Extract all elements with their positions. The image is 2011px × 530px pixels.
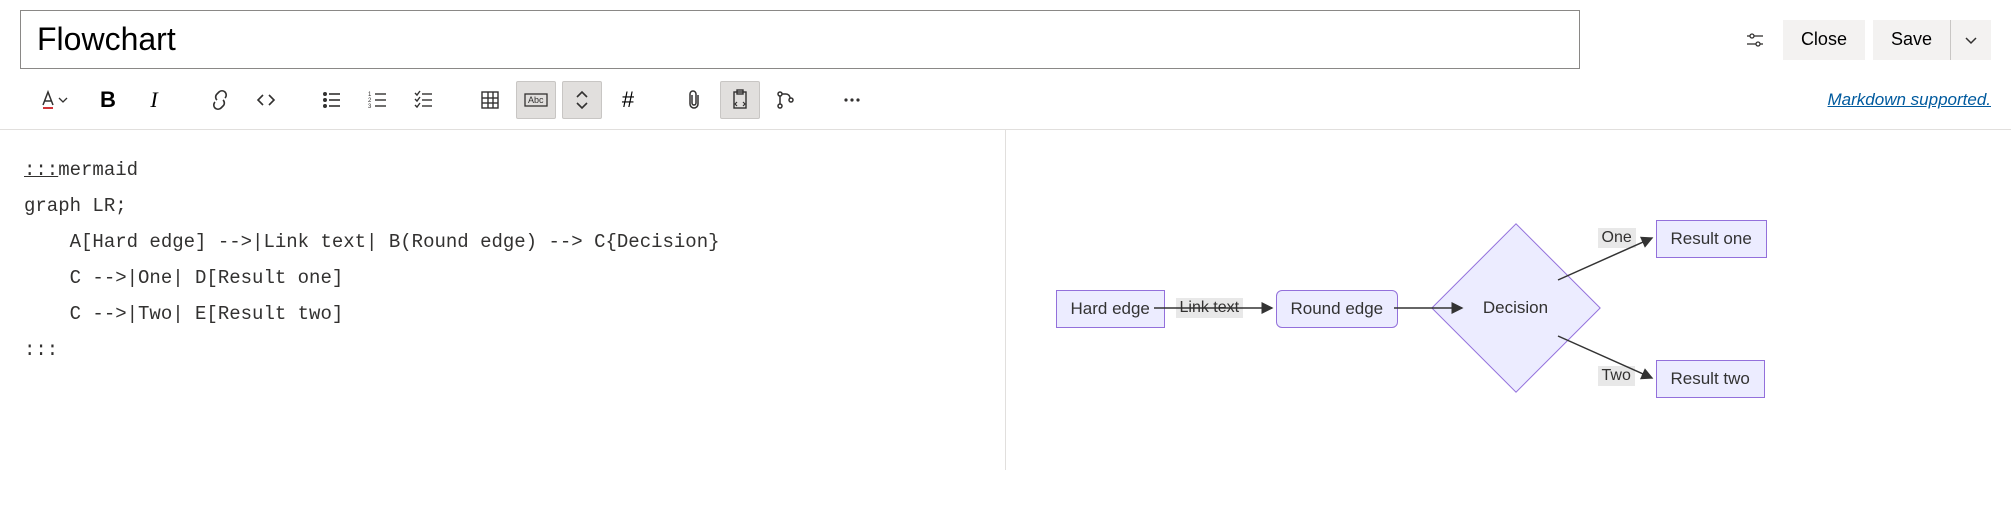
chevron-down-icon [1964,33,1978,47]
svg-text:3: 3 [368,104,372,110]
node-result-one: Result one [1656,220,1767,258]
italic-icon: I [150,87,157,113]
save-button[interactable]: Save [1873,20,1951,60]
save-dropdown-button[interactable] [1951,20,1991,60]
code-line: graph LR; [24,195,127,217]
numbered-list-icon: 1 2 3 [367,89,389,111]
collapse-icon [571,89,593,111]
code-line: C -->|One| D[Result one] [24,267,343,289]
clipboard-code-button[interactable] [720,81,760,119]
bullet-list-button[interactable] [312,81,352,119]
more-icon [841,89,863,111]
abc-button[interactable]: Abc [516,81,556,119]
fence-open: ::: [24,159,58,181]
link-icon [209,89,231,111]
checklist-button[interactable] [404,81,444,119]
bullet-list-icon [321,89,343,111]
fence-lang: mermaid [58,159,138,181]
table-button[interactable] [470,81,510,119]
markdown-supported-link[interactable]: Markdown supported. [1828,90,1991,110]
node-decision: Decision [1456,248,1576,368]
node-decision-label: Decision [1483,298,1548,318]
svg-text:Abc: Abc [528,95,544,105]
code-button[interactable] [246,81,286,119]
more-button[interactable] [832,81,872,119]
attachment-button[interactable] [674,81,714,119]
bold-icon: B [100,87,116,113]
text-color-icon [39,89,69,111]
fence-close: ::: [24,339,58,361]
settings-icon-button[interactable] [1735,20,1775,60]
bold-button[interactable]: B [88,81,128,119]
paperclip-icon [684,89,704,111]
table-icon [479,89,501,111]
title-input[interactable] [20,10,1580,69]
hash-icon: # [622,87,634,113]
edge-label-one: One [1598,228,1636,248]
code-icon [255,89,277,111]
abc-icon: Abc [521,89,551,111]
collapse-button[interactable] [562,81,602,119]
link-button[interactable] [200,81,240,119]
node-hard-edge: Hard edge [1056,290,1165,328]
code-line: C -->|Two| E[Result two] [24,303,343,325]
diagram-preview: Hard edge Round edge Decision Result one… [1006,130,2011,470]
code-line: A[Hard edge] -->|Link text| B(Round edge… [24,231,720,253]
node-round-edge: Round edge [1276,290,1399,328]
hash-button[interactable]: # [608,81,648,119]
node-result-two: Result two [1656,360,1765,398]
text-format-dropdown[interactable] [26,81,82,119]
branch-icon [775,89,797,111]
code-editor[interactable]: :::mermaid graph LR; A[Hard edge] -->|Li… [0,130,1006,470]
sliders-icon [1745,30,1765,50]
close-button[interactable]: Close [1783,20,1865,60]
italic-button[interactable]: I [134,81,174,119]
numbered-list-button[interactable]: 1 2 3 [358,81,398,119]
clipboard-code-icon [729,89,751,111]
edge-label-two: Two [1598,366,1635,386]
checklist-icon [413,89,435,111]
branch-button[interactable] [766,81,806,119]
edge-label-link-text: Link text [1176,298,1244,318]
